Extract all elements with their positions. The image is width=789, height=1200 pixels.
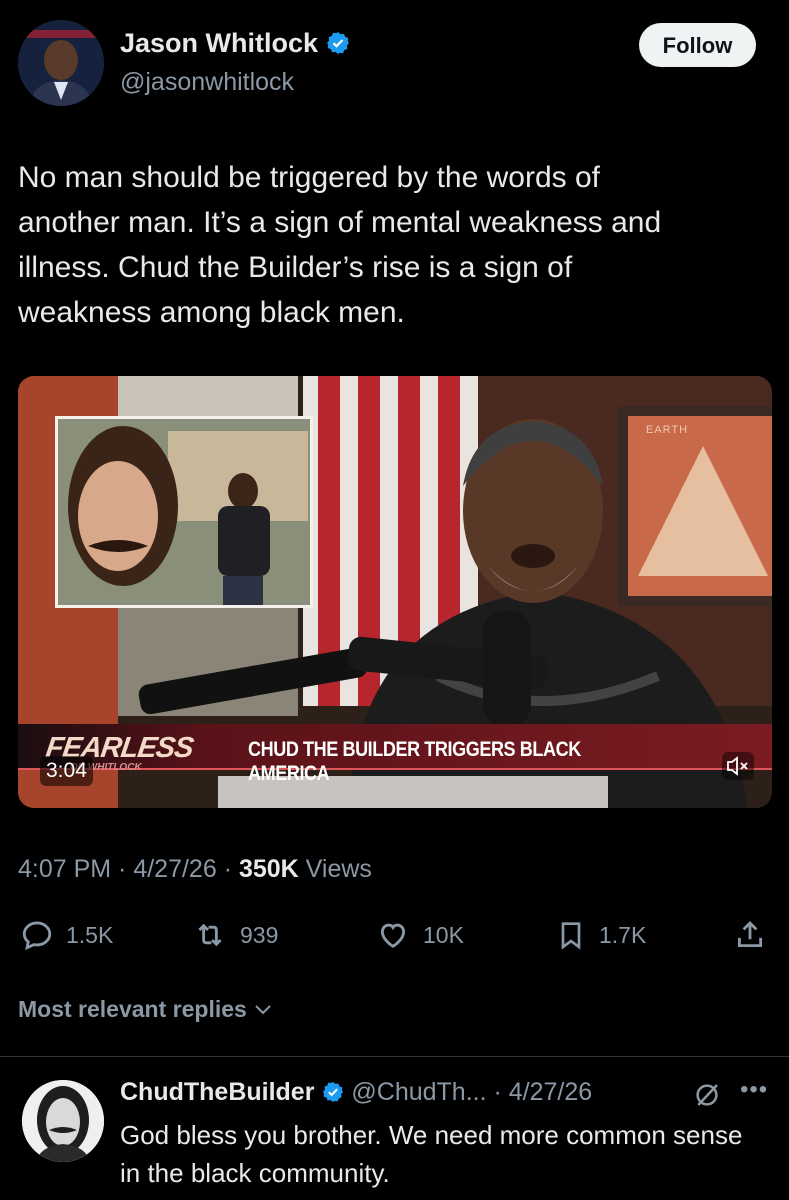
reply-author-name[interactable]: ChudTheBuilder — [120, 1078, 314, 1106]
follow-button[interactable]: Follow — [639, 23, 756, 67]
verified-badge-icon — [326, 31, 350, 62]
bookmark-icon — [561, 922, 581, 950]
bookmark-button[interactable]: 1.7K — [555, 915, 646, 955]
share-button[interactable] — [733, 915, 767, 955]
bookmark-count: 1.7K — [599, 921, 647, 948]
poster-text: EARTH — [646, 424, 689, 436]
mute-button[interactable] — [722, 752, 754, 780]
mute-icon — [727, 756, 748, 776]
replies-sort-label: Most relevant replies — [18, 996, 247, 1022]
reply-handle-date[interactable]: @ChudTh... · 4/27/26 — [351, 1078, 592, 1106]
reply-avatar[interactable] — [22, 1080, 104, 1162]
video-player[interactable]: EARTH FEARLESS ON WHITLOCK CHUD THE BUIL… — [18, 376, 772, 808]
repost-count: 939 — [240, 921, 279, 948]
like-button[interactable]: 10K — [375, 915, 464, 955]
meta-separator: · — [111, 855, 134, 883]
repost-button[interactable]: 939 — [192, 915, 278, 955]
views-count: 350K — [238, 855, 299, 883]
chevron-down-icon — [255, 1005, 271, 1015]
reply-header: ChudTheBuilder @ChudTh... · 4/27/26 — [120, 1078, 592, 1110]
repost-icon — [198, 923, 222, 947]
replies-sort-dropdown[interactable]: Most relevant replies — [18, 996, 273, 1023]
author-name[interactable]: Jason Whitlock — [120, 28, 350, 62]
more-icon[interactable]: ••• — [740, 1076, 768, 1104]
tweet-time[interactable]: 4:07 PM — [18, 855, 111, 883]
share-icon — [737, 920, 763, 948]
video-headline: CHUD THE BUILDER TRIGGERS BLACK AMERICA — [248, 738, 581, 785]
reply-button[interactable]: 1.5K — [20, 915, 113, 955]
divider — [0, 1056, 789, 1057]
author-avatar[interactable] — [18, 20, 104, 106]
tweet-text: No man should be triggered by the words … — [18, 161, 662, 329]
reply-count: 1.5K — [66, 921, 114, 948]
views-label: Views — [298, 855, 372, 883]
tweet-meta: 4:07 PM · 4/27/26 · 350K Views — [18, 855, 372, 884]
video-duration: 3:04 — [40, 756, 93, 786]
like-icon — [380, 923, 406, 948]
author-handle[interactable]: @jasonwhitlock — [120, 68, 294, 97]
meta-separator: · — [216, 855, 239, 883]
reply-text: God bless you brother. We need more comm… — [120, 1120, 743, 1188]
verified-badge-icon — [322, 1081, 344, 1110]
grok-button[interactable] — [692, 1080, 722, 1115]
author-name-text[interactable]: Jason Whitlock — [120, 28, 318, 58]
tweet-date[interactable]: 4/27/26 — [133, 855, 216, 883]
grok-icon — [696, 1084, 718, 1106]
reply-icon — [22, 921, 52, 951]
like-count: 10K — [423, 921, 464, 948]
